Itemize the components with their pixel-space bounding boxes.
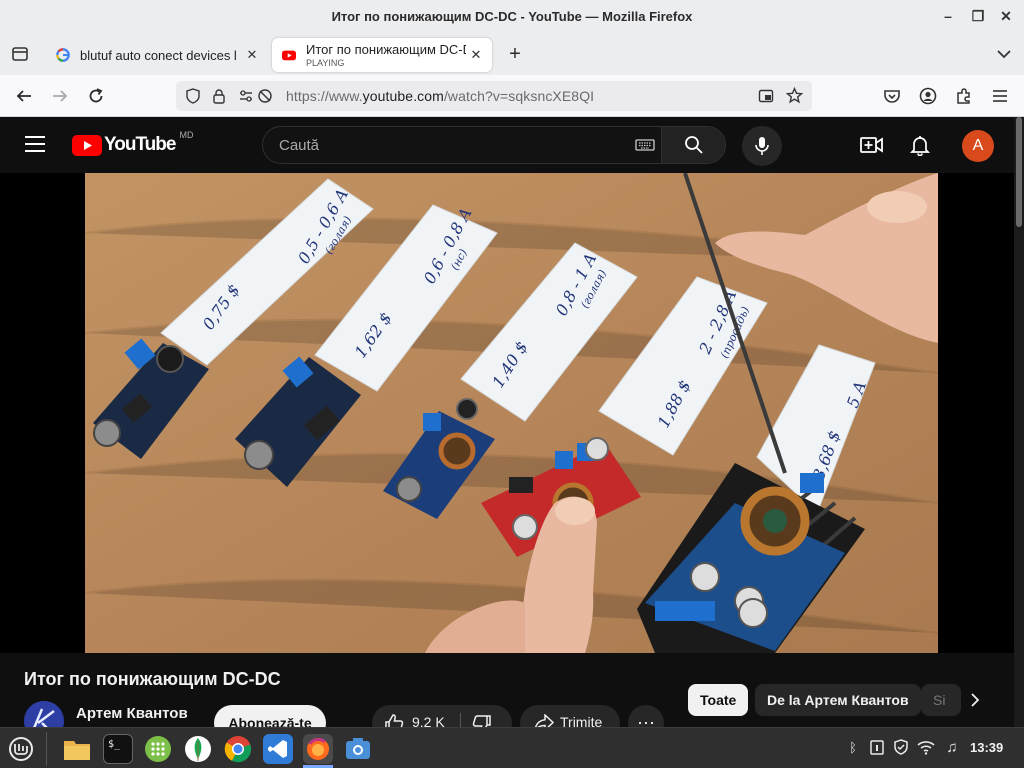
reload-icon	[89, 88, 103, 103]
security-shield-icon[interactable]	[892, 739, 910, 757]
video-info: Итог по понижающим DC-DC Артем Квантов A…	[0, 653, 1014, 741]
url-path: /watch?v=sqksncXE8QI	[443, 88, 595, 104]
calculator-app-icon[interactable]	[143, 734, 173, 764]
extensions-icon[interactable]	[952, 84, 976, 108]
wifi-icon[interactable]	[917, 739, 935, 757]
youtube-favicon-icon	[282, 50, 296, 61]
files-app-icon[interactable]	[62, 734, 92, 764]
video-player[interactable]: 0,75 $ 0,5 - 0,6 A (голая) 1,62 $ 0,6 - …	[0, 173, 1014, 653]
create-video-icon[interactable]	[860, 135, 884, 160]
chip-from-channel[interactable]: De la Артем Квантов	[755, 684, 921, 716]
video-thumbnail-image: 0,75 $ 0,5 - 0,6 A (голая) 1,62 $ 0,6 - …	[85, 173, 938, 653]
tab-playing-label: PLAYING	[306, 58, 345, 68]
navigation-toolbar: https://www.youtube.com/watch?v=sqksncXE…	[0, 75, 1024, 117]
account-avatar[interactable]: A	[962, 130, 994, 162]
youtube-header: YouTube MD Caută A	[0, 117, 1014, 173]
page-scrollbar[interactable]	[1014, 117, 1024, 727]
list-tabs-icon[interactable]	[992, 42, 1016, 66]
shield-icon[interactable]	[185, 88, 201, 109]
close-window-icon[interactable]: ✕	[998, 8, 1014, 24]
tab-label: blutuf auto conect devices l	[80, 47, 237, 63]
screenshot-app-icon[interactable]	[343, 734, 373, 764]
tab-strip: blutuf auto conect devices l ✕ Итог по п…	[0, 33, 1024, 75]
search-box[interactable]: Caută	[262, 126, 726, 164]
arrow-right-icon	[53, 90, 68, 102]
tab-youtube[interactable]: Итог по понижающим DC-D PLAYING ✕	[272, 38, 492, 72]
close-tab-icon[interactable]: ✕	[244, 47, 260, 63]
clipboard-icon[interactable]	[868, 739, 886, 757]
minimize-icon[interactable]: –	[940, 8, 956, 24]
url-text[interactable]: https://www.youtube.com/watch?v=sqksncXE…	[286, 88, 594, 104]
url-prefix: https://www.	[286, 88, 363, 104]
music-note-icon[interactable]: ♫	[943, 739, 961, 757]
taskbar-separator	[46, 732, 47, 766]
tab-overview-icon[interactable]	[8, 42, 32, 66]
clock[interactable]: 13:39	[970, 740, 1003, 755]
taskbar: $_ ᛒ ♫ 13:39	[0, 727, 1024, 768]
firefox-app-icon[interactable]	[303, 734, 333, 764]
app-menu-icon[interactable]	[988, 84, 1012, 108]
scrollbar-thumb[interactable]	[1016, 117, 1022, 227]
close-tab-icon[interactable]: ✕	[468, 47, 484, 63]
url-domain: youtube.com	[362, 88, 444, 104]
youtube-logo[interactable]: YouTube MD	[72, 130, 193, 156]
video-frame[interactable]: 0,75 $ 0,5 - 0,6 A (голая) 1,62 $ 0,6 - …	[85, 173, 938, 653]
back-button[interactable]	[12, 84, 36, 108]
window-titlebar: Итог по понижающим DC-DC - YouTube — Moz…	[0, 0, 1024, 33]
url-bar[interactable]: https://www.youtube.com/watch?v=sqksncXE…	[176, 81, 812, 111]
bluetooth-icon[interactable]: ᛒ	[844, 739, 862, 757]
channel-name[interactable]: Артем Квантов	[76, 705, 188, 722]
arrow-left-icon	[16, 90, 31, 102]
vscode-app-icon[interactable]	[263, 734, 293, 764]
tab-label: Итог по понижающим DC-D	[306, 42, 466, 57]
forward-button[interactable]	[48, 84, 72, 108]
reload-button[interactable]	[84, 84, 108, 108]
chip-all[interactable]: Toate	[688, 684, 749, 716]
google-icon	[56, 48, 70, 62]
permissions-icon[interactable]	[238, 88, 274, 109]
lock-icon[interactable]	[211, 88, 227, 109]
voice-search-button[interactable]	[742, 126, 782, 166]
start-menu-icon[interactable]	[6, 734, 36, 764]
video-title: Итог по понижающим DC-DC	[24, 669, 281, 689]
maximize-icon[interactable]: ❐	[970, 8, 986, 24]
chip-related[interactable]: Si	[921, 684, 961, 716]
mongodb-app-icon[interactable]	[183, 734, 213, 764]
search-input[interactable]: Caută	[279, 137, 319, 154]
region-code: MD	[179, 130, 194, 140]
tab-google-search[interactable]: blutuf auto conect devices l ✕	[46, 38, 268, 72]
pocket-icon[interactable]	[880, 84, 904, 108]
keyboard-icon[interactable]	[635, 138, 655, 157]
search-icon	[684, 136, 703, 154]
terminal-app-icon[interactable]: $_	[103, 734, 133, 764]
chrome-app-icon[interactable]	[223, 734, 253, 764]
chevron-right-icon[interactable]	[968, 693, 986, 711]
picture-in-picture-icon[interactable]	[758, 88, 774, 109]
youtube-logo-text: YouTube	[104, 134, 176, 155]
youtube-logo-icon	[72, 134, 102, 156]
microphone-icon	[755, 137, 769, 155]
window-title: Итог по понижающим DC-DC - YouTube — Moz…	[331, 9, 693, 24]
bookmark-star-icon[interactable]	[785, 86, 804, 109]
account-icon[interactable]	[916, 84, 940, 108]
new-tab-button[interactable]: +	[503, 42, 527, 66]
search-button[interactable]	[661, 127, 725, 163]
notifications-bell-icon[interactable]	[909, 134, 931, 161]
guide-menu-icon[interactable]	[24, 135, 46, 158]
